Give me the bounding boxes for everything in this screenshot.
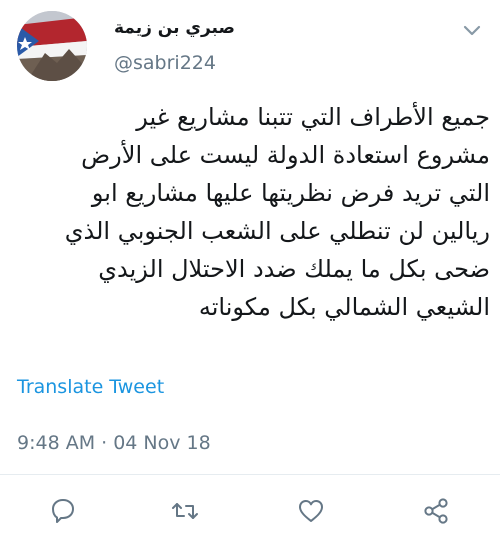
display-name[interactable]: صبري بن زيمة	[114, 18, 235, 38]
retweet-button[interactable]	[168, 494, 202, 528]
share-icon	[424, 498, 448, 524]
reply-icon	[52, 499, 74, 523]
avatar[interactable]	[17, 11, 87, 81]
reply-button[interactable]	[46, 494, 80, 528]
retweet-icon	[172, 503, 198, 519]
divider	[0, 474, 500, 475]
tweet-timestamp[interactable]: 9:48 AM · 04 Nov 18	[17, 432, 211, 454]
like-button[interactable]	[294, 494, 328, 528]
heart-icon	[299, 500, 323, 522]
user-handle[interactable]: @sabri224	[114, 52, 216, 74]
translate-tweet-link[interactable]: Translate Tweet	[17, 376, 164, 398]
share-button[interactable]	[419, 494, 453, 528]
avatar-image	[17, 11, 87, 81]
action-bar	[0, 494, 500, 530]
tweet-text: جميع الأطراف التي تتبنا مشاريع غير مشروع…	[64, 103, 490, 321]
chevron-down-icon[interactable]	[462, 24, 482, 38]
